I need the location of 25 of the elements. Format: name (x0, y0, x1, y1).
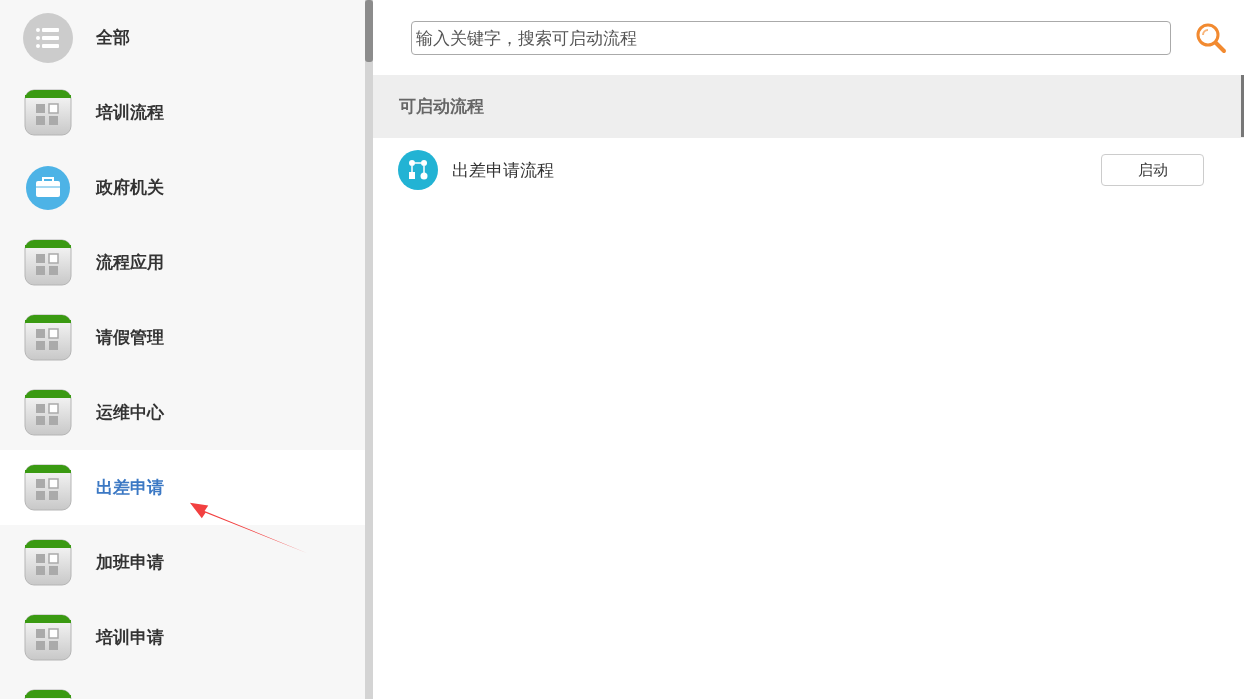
flowchart-icon (398, 150, 438, 190)
start-button[interactable]: 启动 (1101, 154, 1204, 186)
app-tile-icon (23, 387, 73, 438)
sidebar-item[interactable]: 运维中心 (0, 375, 365, 450)
sidebar-item[interactable]: 全部 (0, 0, 365, 75)
sidebar-item[interactable]: 加班申请 (0, 525, 365, 600)
app-tile-icon (23, 537, 73, 588)
scrollbar[interactable] (365, 0, 373, 699)
sidebar-item[interactable]: 培训申请 (0, 600, 365, 675)
app-tile-icon (23, 87, 73, 138)
sidebar-item[interactable]: 政府机关 (0, 150, 365, 225)
scrollbar[interactable] (1241, 75, 1244, 137)
process-name: 出差申请流程 (452, 158, 555, 182)
search-icon[interactable] (1195, 21, 1227, 54)
sidebar-item[interactable]: 培训流程 (0, 75, 365, 150)
app-tile-icon (23, 312, 73, 363)
list-icon (23, 12, 73, 63)
sidebar-item[interactable]: 出差申请 (0, 450, 365, 525)
section-title: 可启动流程 (399, 95, 484, 118)
app-tile-icon (23, 237, 73, 288)
search-field[interactable]: 输入关键字，搜索可启动流程 (411, 20, 1171, 55)
app-tile-icon (23, 612, 73, 663)
sidebar-item[interactable]: 流程应用 (0, 225, 365, 300)
app-tile-icon (23, 462, 73, 513)
sidebar-item[interactable]: 请假管理 (0, 300, 365, 375)
